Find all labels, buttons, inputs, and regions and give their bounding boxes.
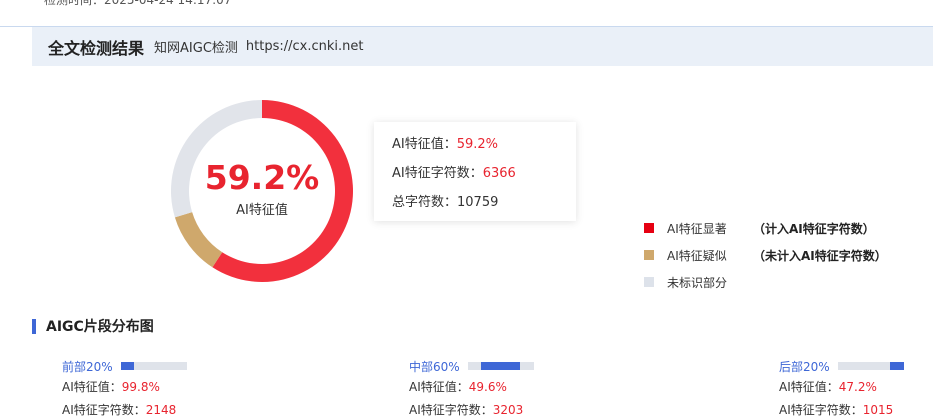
segment-bar-fill [890, 362, 904, 370]
legend-swatch-unmarked [644, 277, 654, 287]
segment-name: 中部60% [409, 359, 460, 374]
summary-card: AI特征值：59.2% AI特征字符数：6366 总字符数：10759 [374, 122, 576, 221]
segment-chars: 1015 [862, 403, 894, 417]
donut-label: AI特征值 [236, 202, 288, 218]
segment-name: 后部20% [779, 359, 830, 374]
segment-value: 47.2% [838, 380, 877, 394]
segment-chars-key: AI特征字符数： [779, 403, 863, 417]
distribution-title: AIGC片段分布图 [46, 319, 154, 335]
donut-center: 59.2% AI特征值 [170, 99, 354, 283]
segment-head: 后部20% [779, 357, 904, 375]
segment-value: 49.6% [468, 380, 507, 394]
segment-head: 前部20% [62, 357, 187, 375]
segment-chars: 2148 [145, 403, 177, 417]
segment-value-key: AI特征值： [62, 380, 122, 394]
segment-name: 前部20% [62, 359, 113, 374]
report-page: 检测时间：2025-04-24 14:17:07 全文检测结果 知网AIGC检测… [0, 0, 933, 420]
ai-chars-key: AI特征字符数： [392, 166, 483, 181]
total-chars: 10759 [457, 195, 499, 210]
segment-bar-fill [120, 362, 134, 370]
ai-value: 59.2% [456, 137, 499, 152]
legend-swatch-significant [644, 223, 654, 233]
segment-bar [120, 362, 187, 370]
result-source: 知网AIGC检测 [154, 41, 238, 56]
segment-chars-key: AI特征字符数： [62, 403, 146, 417]
ai-chars-row: AI特征字符数：6366 [392, 164, 576, 193]
segment-back: 后部20% AI特征值：47.2% AI特征字符数：1015 [779, 357, 904, 420]
segment-chars: 3203 [492, 403, 524, 417]
legend-item-unmarked: 未标识部分 [644, 272, 887, 292]
ai-value-key: AI特征值： [392, 137, 457, 152]
legend-label: AI特征显著 [667, 221, 727, 236]
segment-value-row: AI特征值：99.8% [62, 376, 187, 398]
legend-note: （计入AI特征字符数） [753, 221, 875, 236]
total-chars-row: 总字符数：10759 [392, 193, 576, 222]
ai-value-row: AI特征值：59.2% [392, 135, 576, 164]
donut-value: 59.2% [204, 157, 320, 197]
segment-head: 中部60% [409, 357, 534, 375]
segment-value: 99.8% [121, 380, 160, 394]
segment-front: 前部20% AI特征值：99.8% AI特征字符数：2148 [62, 357, 187, 420]
legend: AI特征显著 （计入AI特征字符数） AI特征疑似 （未计入AI特征字符数） 未… [644, 218, 887, 299]
distribution-section-header: AIGC片段分布图 [32, 316, 154, 336]
segment-middle: 中部60% AI特征值：49.6% AI特征字符数：3203 [409, 357, 534, 420]
ai-donut-chart: 59.2% AI特征值 [170, 99, 354, 283]
segment-bar-fill [480, 362, 521, 370]
legend-item-suspected: AI特征疑似 （未计入AI特征字符数） [644, 245, 887, 265]
segment-bar [467, 362, 534, 370]
result-title: 全文检测结果 [48, 38, 145, 58]
segment-value-key: AI特征值： [409, 380, 469, 394]
detect-time: 检测时间：2025-04-24 14:17:07 [44, 0, 232, 7]
segment-value-row: AI特征值：49.6% [409, 376, 534, 398]
segment-bar [837, 362, 904, 370]
total-chars-key: 总字符数： [392, 195, 458, 210]
legend-item-significant: AI特征显著 （计入AI特征字符数） [644, 218, 887, 238]
segment-chars-row: AI特征字符数：3203 [409, 399, 534, 420]
result-header-bar: 全文检测结果 知网AIGC检测 https://cx.cnki.net [32, 27, 933, 66]
section-marker [32, 318, 36, 334]
segment-value-row: AI特征值：47.2% [779, 376, 904, 398]
segment-chars-row: AI特征字符数：1015 [779, 399, 904, 420]
ai-chars: 6366 [482, 166, 516, 181]
legend-note: （未计入AI特征字符数） [753, 248, 887, 263]
legend-swatch-suspected [644, 250, 654, 260]
legend-label: AI特征疑似 [667, 248, 727, 263]
segment-chars-key: AI特征字符数： [409, 403, 493, 417]
result-url: https://cx.cnki.net [245, 39, 364, 54]
segment-value-key: AI特征值： [779, 380, 839, 394]
segment-chars-row: AI特征字符数：2148 [62, 399, 187, 420]
legend-label: 未标识部分 [667, 275, 728, 290]
